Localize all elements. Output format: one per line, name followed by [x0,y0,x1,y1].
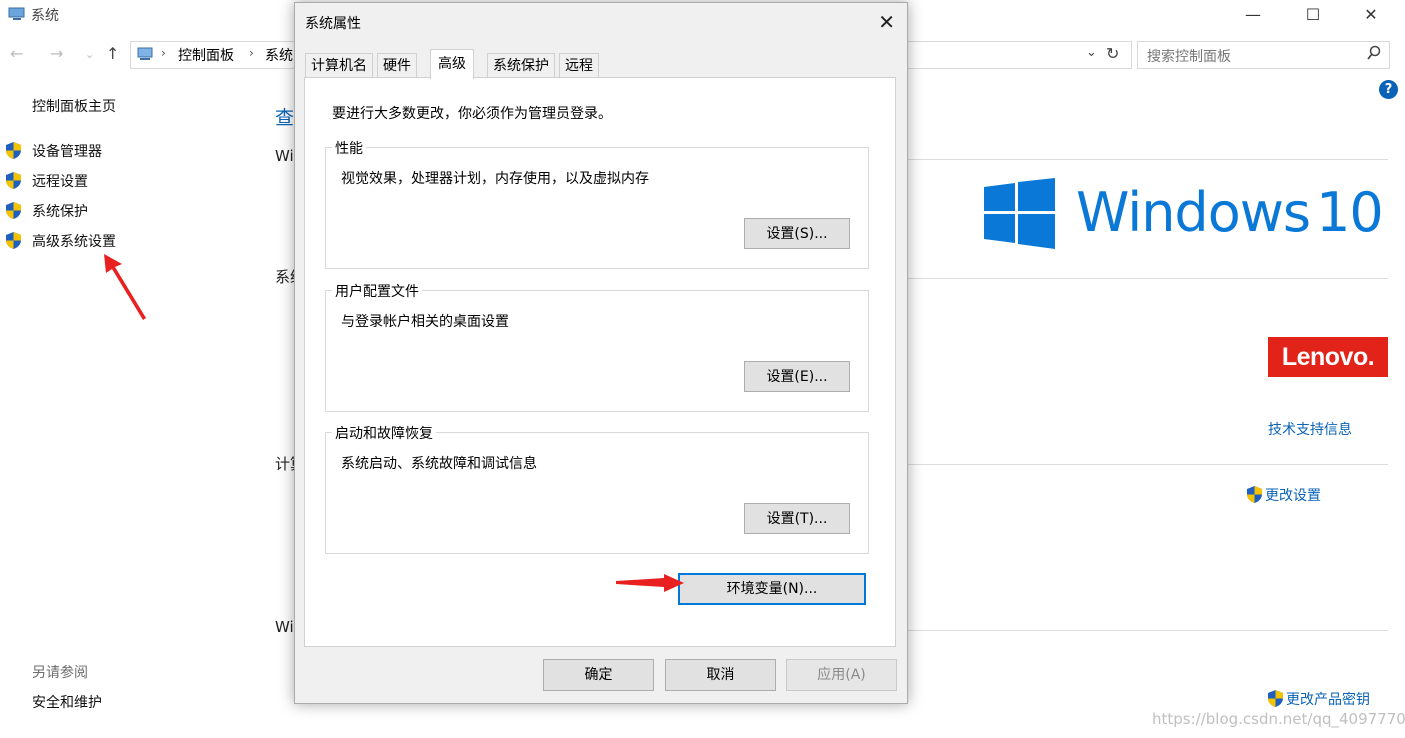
breadcrumb-system[interactable]: 系统 [265,45,293,65]
minimize-button[interactable]: — [1230,2,1276,28]
shield-icon [4,201,23,220]
group-description: 系统启动、系统故障和调试信息 [341,456,537,472]
breadcrumb-separator-icon: › [249,46,254,60]
annotation-arrow-icon [616,574,684,592]
search-icon [1366,45,1382,65]
dialog-title: 系统属性 [305,16,361,32]
shield-icon [4,141,23,160]
group-description: 视觉效果，处理器计划，内存使用，以及虚拟内存 [341,171,649,187]
forward-arrow-icon[interactable]: → [50,44,63,63]
system-properties-dialog: 系统属性 ✕ 计算机名 硬件 高级 系统保护 远程 要进行大多数更改，你必须作为… [294,2,908,704]
tab-remote[interactable]: 远程 [559,53,599,78]
divider [906,630,1388,631]
shield-icon [1245,485,1264,504]
windows-version-text: 10 [1316,181,1384,244]
advanced-system-settings-link[interactable]: 高级系统设置 [32,231,116,251]
control-panel-home-link[interactable]: 控制面板主页 [32,96,116,116]
close-button[interactable]: ✕ [1348,2,1394,28]
startup-recovery-group: 启动和故障恢复 系统启动、系统故障和调试信息 设置(T)... [325,423,869,554]
environment-variables-button[interactable]: 环境变量(N)... [678,573,866,605]
help-icon[interactable]: ? [1379,80,1398,99]
apply-button[interactable]: 应用(A) [786,659,897,691]
view-info-heading: 查 [275,107,295,129]
group-title: 启动和故障恢复 [332,423,436,443]
control-panel-icon [137,47,155,66]
support-info-link[interactable]: 技术支持信息 [1268,419,1352,439]
group-description: 与登录帐户相关的桌面设置 [341,314,509,330]
recent-chevron-icon[interactable]: ⌄ [85,48,94,61]
shield-icon [1266,689,1285,708]
advanced-tab-panel: 要进行大多数更改，你必须作为管理员登录。 性能 视觉效果，处理器计划，内存使用，… [304,77,896,647]
shield-icon [4,171,23,190]
tab-hardware[interactable]: 硬件 [377,53,417,78]
tab-computer-name[interactable]: 计算机名 [305,53,373,78]
performance-group: 性能 视觉效果，处理器计划，内存使用，以及虚拟内存 设置(S)... [325,138,869,269]
up-arrow-icon[interactable]: ↑ [106,44,119,63]
security-maintenance-link[interactable]: 安全和维护 [32,692,102,712]
windows-wordmark-text: Windows [1076,181,1311,244]
user-profiles-group: 用户配置文件 与登录帐户相关的桌面设置 设置(E)... [325,281,869,412]
device-manager-link[interactable]: 设备管理器 [32,141,102,161]
performance-settings-button[interactable]: 设置(S)... [744,218,850,249]
lenovo-logo-text: Lenovo. [1281,343,1375,371]
divider [906,464,1388,465]
tab-system-protection[interactable]: 系统保护 [487,53,555,78]
windows-logo-icon [984,178,1055,249]
lenovo-logo: Lenovo. [1268,337,1388,377]
breadcrumb-control-panel[interactable]: 控制面板 [178,45,234,65]
group-title: 用户配置文件 [332,281,422,301]
user-profiles-settings-button[interactable]: 设置(E)... [744,361,850,392]
change-settings-link[interactable]: 更改设置 [1265,485,1321,505]
divider [906,278,1388,279]
remote-settings-link[interactable]: 远程设置 [32,171,88,191]
back-arrow-icon[interactable]: ← [10,44,23,63]
ok-button[interactable]: 确定 [543,659,654,691]
group-title: 性能 [332,138,366,158]
see-also-heading: 另请参阅 [32,665,88,681]
cancel-button[interactable]: 取消 [665,659,776,691]
search-placeholder: 搜索控制面板 [1147,49,1231,65]
refresh-icon[interactable]: ↻ [1106,44,1119,63]
divider [906,159,1388,160]
system-protection-link[interactable]: 系统保护 [32,201,88,221]
watermark-text: https://blog.csdn.net/qq_40977705 [1152,710,1405,728]
windows-edition-label: Wi [275,147,294,165]
close-icon[interactable]: ✕ [878,10,895,34]
computer-icon [8,7,26,21]
shield-icon [4,231,23,250]
windows-activation-label: Wi [275,618,294,636]
search-input[interactable]: 搜索控制面板 [1137,41,1390,69]
change-product-key-link[interactable]: 更改产品密钥 [1286,689,1370,709]
tab-advanced[interactable]: 高级 [430,49,474,79]
startup-recovery-settings-button[interactable]: 设置(T)... [744,503,850,534]
annotation-arrow-icon [104,254,146,320]
windows-wordmark: Windows 10 [1076,178,1384,248]
breadcrumb-separator-icon: › [161,46,166,60]
window-title: 系统 [31,8,59,24]
maximize-button[interactable]: ☐ [1290,2,1336,28]
admin-note: 要进行大多数更改，你必须作为管理员登录。 [332,106,612,122]
address-dropdown-icon[interactable]: ⌄ [1086,45,1097,60]
